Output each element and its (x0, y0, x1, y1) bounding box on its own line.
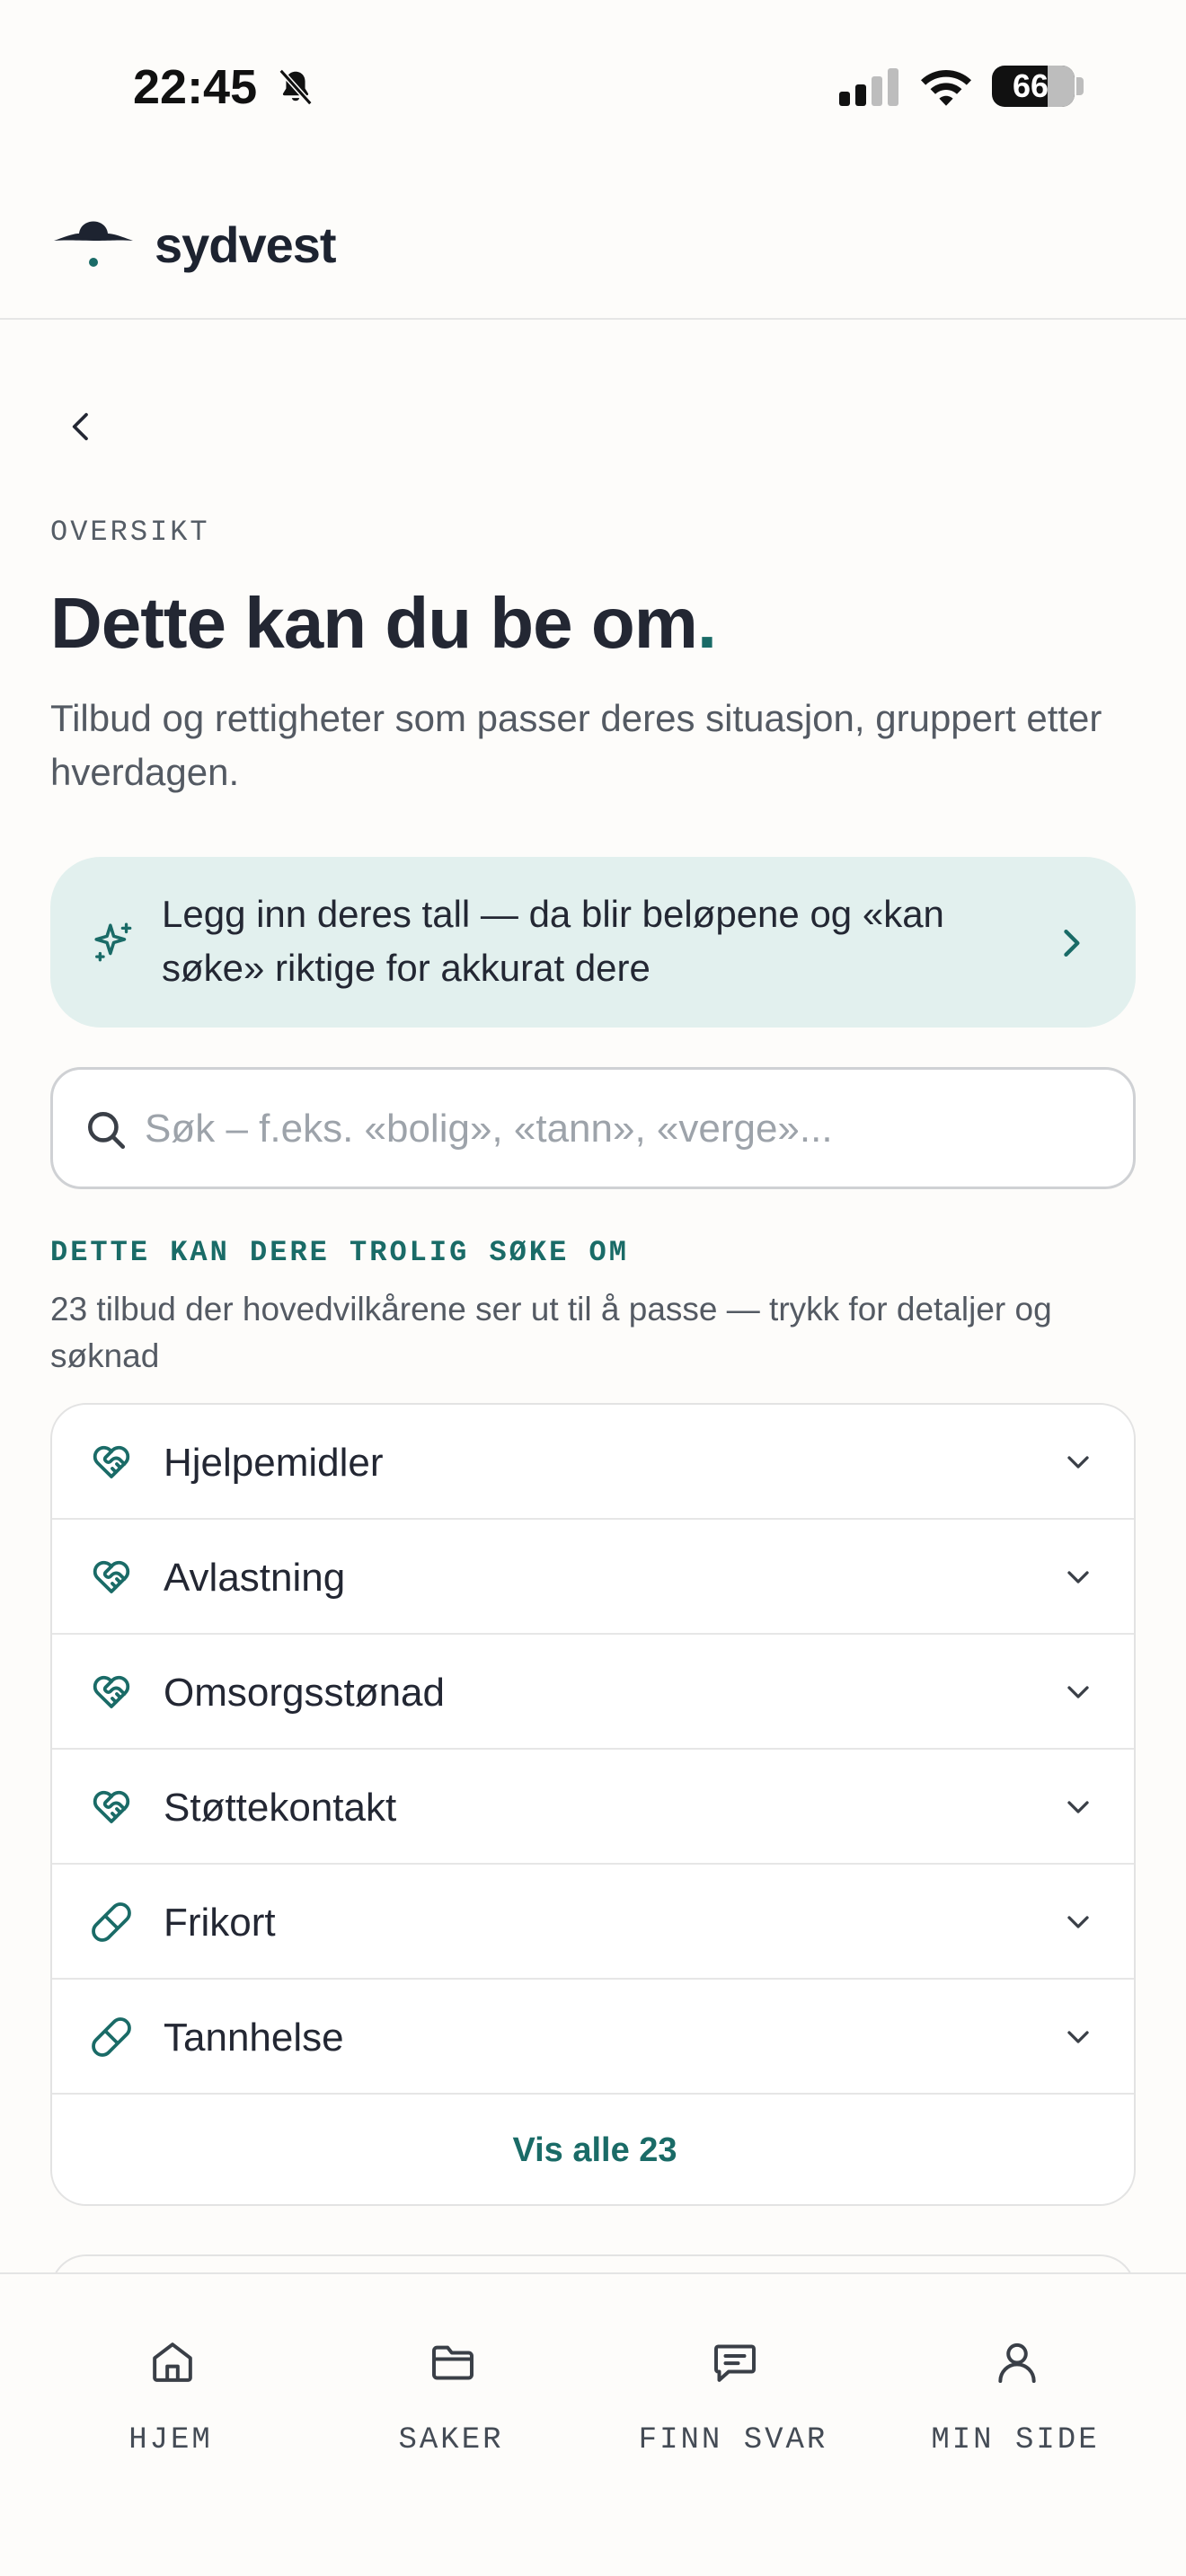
search-icon (88, 1112, 126, 1150)
section-description: 23 tilbud der hovedvilkårene ser ut til … (50, 1291, 1052, 1374)
search-input[interactable] (145, 1088, 1106, 1170)
back-button[interactable] (58, 402, 106, 451)
nav-item-home[interactable]: HJEM (36, 2337, 305, 2463)
status-bar: 22:45 66 (0, 0, 1186, 171)
list-item-avlastning[interactable]: Avlastning (52, 1520, 1134, 1635)
chevron-left-icon (72, 412, 88, 441)
section-label: DETTE KAN DERE TROLIG SØKE OM (50, 1236, 629, 1269)
nav-label: SAKER (398, 2423, 504, 2457)
nav-item-cases[interactable]: SAKER (316, 2337, 586, 2463)
heart-handshake-icon (93, 1675, 130, 1708)
sparkle-icon (94, 922, 132, 962)
show-all-button[interactable]: Vis alle 23 (52, 2095, 1134, 2204)
list-item-label: Frikort (164, 1901, 276, 1945)
home-icon (153, 2342, 192, 2382)
bell-slash-icon (279, 68, 313, 106)
enter-numbers-banner[interactable]: Legg inn deres tall — da blir beløpene o… (50, 857, 1136, 1028)
heart-handshake-icon (93, 1790, 130, 1823)
chevron-down-icon (1067, 1916, 1089, 1928)
pill-icon (92, 2017, 131, 2057)
chevron-down-icon (1067, 1571, 1089, 1584)
offers-list: Hjelpemidler Avlastning Omsorgsstønad St… (50, 1403, 1136, 2206)
signal-icon (839, 68, 898, 106)
heart-handshake-icon (93, 1560, 130, 1593)
folder-icon (432, 2345, 474, 2380)
search-box[interactable] (50, 1067, 1136, 1189)
hat-logo-icon (54, 221, 133, 267)
list-item-frikort[interactable]: Frikort (52, 1865, 1134, 1980)
wifi-icon (921, 70, 971, 106)
list-item-label: Tannhelse (164, 2016, 344, 2060)
chevron-down-icon (1067, 1686, 1089, 1698)
logo-text[interactable]: sydvest (155, 216, 337, 274)
page-title: Dette kan du be om. (50, 583, 717, 663)
list-item-omsorgsstonad[interactable]: Omsorgsstønad (52, 1635, 1134, 1750)
list-item-label: Omsorgsstønad (164, 1671, 445, 1715)
nav-label: FINN SVAR (638, 2423, 828, 2457)
chevron-down-icon (1067, 1801, 1089, 1813)
chevron-down-icon (1067, 1456, 1089, 1469)
status-time: 22:45 (133, 60, 258, 114)
battery-icon: 66 (992, 66, 1075, 107)
list-item-label: Hjelpemidler (164, 1441, 384, 1485)
page-subtitle: Tilbud og rettigheter som passer deres s… (50, 697, 1102, 793)
chevron-right-icon (1064, 929, 1080, 957)
list-item-tannhelse[interactable]: Tannhelse (52, 1980, 1134, 2095)
nav-label: HJEM (128, 2423, 213, 2457)
pill-icon (92, 1902, 131, 1942)
app-header: sydvest (0, 171, 1186, 320)
list-item-stottekontakt[interactable]: Støttekontakt (52, 1750, 1134, 1865)
nav-item-find-answers[interactable]: FINN SVAR (598, 2337, 868, 2463)
nav-item-my-page[interactable]: MIN SIDE (881, 2337, 1150, 2463)
list-item-label: Avlastning (164, 1556, 346, 1600)
message-icon (714, 2344, 756, 2382)
bottom-nav: HJEM SAKER FINN SVAR MIN SIDE (0, 2272, 1186, 2576)
nav-label: MIN SIDE (931, 2423, 1100, 2457)
chevron-down-icon (1067, 2031, 1089, 2043)
eyebrow-label: OVERSIKT (50, 516, 210, 549)
heart-handshake-icon (93, 1445, 130, 1478)
list-item-label: Støttekontakt (164, 1786, 397, 1830)
banner-text: Legg inn deres tall — da blir beløpene o… (162, 893, 944, 989)
battery-level: 66 (1012, 67, 1049, 104)
list-item-hjelpemidler[interactable]: Hjelpemidler (52, 1405, 1134, 1520)
user-icon (998, 2342, 1036, 2383)
